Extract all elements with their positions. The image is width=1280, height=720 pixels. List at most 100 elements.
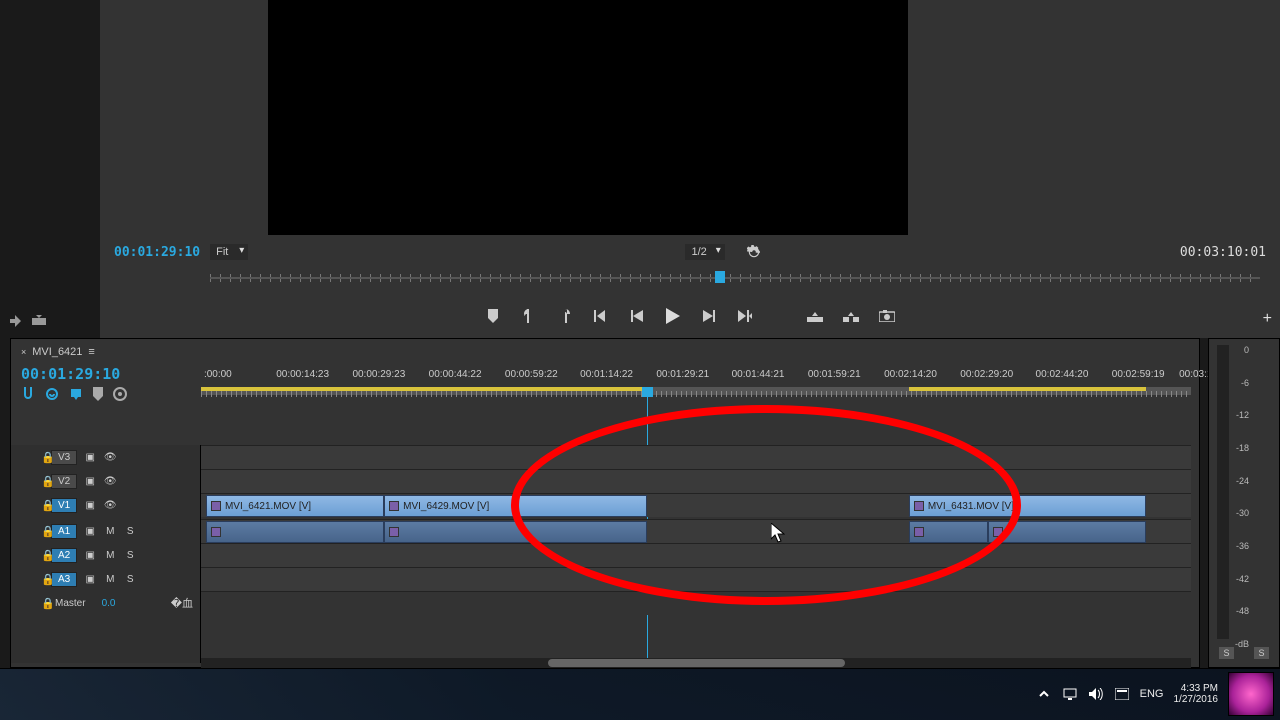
expand-track-icon[interactable]: �血	[171, 595, 193, 611]
mark-out-button[interactable]	[557, 308, 573, 324]
lock-icon[interactable]: 🔒	[41, 475, 55, 488]
lock-icon[interactable]: 🔒	[41, 549, 55, 562]
fx-badge-icon[interactable]	[389, 527, 399, 537]
zoom-select[interactable]: Fit	[210, 244, 248, 260]
sequence-tab[interactable]: × MVI_6421 ≡	[15, 343, 102, 361]
track-header-v3[interactable]: 🔒 V3 ▣ 👁	[11, 445, 201, 469]
audio-clip[interactable]	[988, 521, 1146, 543]
step-back-button[interactable]	[629, 308, 645, 324]
sync-lock-icon[interactable]: ▣	[83, 573, 97, 585]
audio-clip[interactable]	[206, 521, 384, 543]
step-forward-button[interactable]	[701, 308, 717, 324]
lock-icon[interactable]: 🔒	[41, 525, 55, 538]
solo-button[interactable]: S	[123, 525, 137, 537]
audio-clip[interactable]	[909, 521, 988, 543]
master-value[interactable]: 0.0	[102, 598, 116, 609]
lock-icon[interactable]: 🔒	[41, 499, 55, 512]
lane-v2[interactable]	[201, 469, 1191, 493]
program-video-output[interactable]	[268, 0, 908, 235]
program-playhead-icon[interactable]	[715, 271, 725, 283]
sync-lock-icon[interactable]: ▣	[83, 499, 97, 511]
insert-icon[interactable]	[10, 315, 24, 327]
language-indicator[interactable]: ENG	[1140, 688, 1164, 700]
lane-v1[interactable]: MVI_6421.MOV [V]MVI_6429.MOV [V] MVI_6431…	[201, 493, 1191, 517]
ruler-label: 00:00:44:22	[429, 369, 482, 380]
lane-a1[interactable]	[201, 519, 1191, 543]
network-icon[interactable]	[1062, 686, 1078, 702]
track-header-v2[interactable]: 🔒 V2 ▣ 👁	[11, 469, 201, 493]
sync-lock-icon[interactable]: ▣	[83, 525, 97, 537]
volume-icon[interactable]	[1088, 686, 1104, 702]
solo-button[interactable]: S	[123, 573, 137, 585]
sync-lock-icon[interactable]: ▣	[83, 549, 97, 561]
video-clip[interactable]: MVI_6431.MOV [V]	[909, 495, 1147, 517]
go-to-in-button[interactable]	[593, 308, 609, 324]
fx-badge-icon[interactable]	[211, 501, 221, 511]
lane-master[interactable]	[201, 591, 1191, 615]
video-clip[interactable]: MVI_6421.MOV [V]	[206, 495, 384, 517]
resolution-select[interactable]: 1/2	[685, 244, 724, 260]
fx-badge-icon[interactable]	[914, 501, 924, 511]
toggle-output-icon[interactable]: 👁	[103, 475, 117, 487]
track-header-v1[interactable]: 🔒 V1 ▣ 👁	[11, 493, 201, 517]
lane-a3[interactable]	[201, 567, 1191, 591]
tab-menu-icon[interactable]: ≡	[88, 346, 95, 358]
track-header-master[interactable]: 🔒 Master 0.0 �血	[11, 591, 201, 615]
settings-wrench-icon[interactable]	[747, 245, 761, 259]
lift-button[interactable]	[807, 308, 823, 324]
fx-badge-icon[interactable]	[389, 501, 399, 511]
track-header-a1[interactable]: 🔒 A1 ▣ M S	[11, 519, 201, 543]
lock-icon[interactable]: 🔒	[41, 451, 55, 464]
timeline-hscroll[interactable]	[201, 658, 1191, 668]
ime-icon[interactable]	[1114, 686, 1130, 702]
tray-chevron-icon[interactable]	[1036, 686, 1052, 702]
timeline-timecode[interactable]: 00:01:29:10	[21, 365, 120, 383]
fx-badge-icon[interactable]	[914, 527, 924, 537]
sync-lock-icon[interactable]: ▣	[83, 475, 97, 487]
close-tab-icon[interactable]: ×	[21, 347, 26, 357]
program-timecode[interactable]: 00:01:29:10	[114, 245, 200, 260]
marker-tool-icon[interactable]	[93, 387, 103, 401]
toggle-output-icon[interactable]: 👁	[103, 499, 117, 511]
export-frame-button[interactable]	[879, 308, 895, 324]
solo-right-button[interactable]: S	[1254, 647, 1268, 659]
lane-v3[interactable]	[201, 445, 1191, 469]
scroll-thumb[interactable]	[548, 659, 845, 667]
track-header-a2[interactable]: 🔒 A2 ▣ M S	[11, 543, 201, 567]
lock-icon[interactable]: 🔒	[41, 573, 55, 586]
solo-button[interactable]: S	[123, 549, 137, 561]
timeline-track-area[interactable]: MVI_6421.MOV [V]MVI_6429.MOV [V] MVI_6431…	[201, 409, 1191, 663]
audio-clip[interactable]	[384, 521, 647, 543]
add-button[interactable]: +	[1263, 310, 1272, 328]
mute-button[interactable]: M	[103, 573, 117, 585]
fx-badge-icon[interactable]	[211, 527, 221, 537]
ruler-label: 00:02:29:20	[960, 369, 1013, 380]
lane-a2[interactable]	[201, 543, 1191, 567]
timeline-ruler[interactable]: :00:0000:00:14:2300:00:29:2300:00:44:220…	[201, 369, 1191, 399]
lock-icon[interactable]: 🔒	[41, 597, 55, 610]
snap-icon[interactable]	[21, 387, 35, 401]
add-marker-button[interactable]	[485, 308, 501, 324]
linked-selection-icon[interactable]	[45, 387, 59, 401]
fx-badge-icon[interactable]	[993, 527, 1003, 537]
track-header-a3[interactable]: 🔒 A3 ▣ M S	[11, 567, 201, 591]
program-scrub-bar[interactable]	[210, 270, 1260, 286]
program-button-editor	[10, 315, 46, 327]
solo-left-button[interactable]: S	[1219, 647, 1233, 659]
clock[interactable]: 4:33 PM 1/27/2016	[1174, 683, 1219, 705]
add-marker-icon[interactable]	[69, 387, 83, 401]
go-to-out-button[interactable]	[737, 308, 753, 324]
mute-button[interactable]: M	[103, 525, 117, 537]
mute-button[interactable]: M	[103, 549, 117, 561]
taskbar-thumbnail[interactable]	[1228, 672, 1274, 716]
mark-in-button[interactable]	[521, 308, 537, 324]
play-button[interactable]	[665, 308, 681, 324]
sync-lock-icon[interactable]: ▣	[83, 451, 97, 463]
toggle-output-icon[interactable]: 👁	[103, 451, 117, 463]
playhead-head-icon[interactable]	[642, 387, 653, 397]
overwrite-icon[interactable]	[32, 315, 46, 327]
windows-taskbar[interactable]: ENG 4:33 PM 1/27/2016	[0, 668, 1280, 720]
extract-button[interactable]	[843, 308, 859, 324]
video-clip[interactable]: MVI_6429.MOV [V]	[384, 495, 647, 517]
timeline-settings-icon[interactable]	[113, 387, 127, 401]
